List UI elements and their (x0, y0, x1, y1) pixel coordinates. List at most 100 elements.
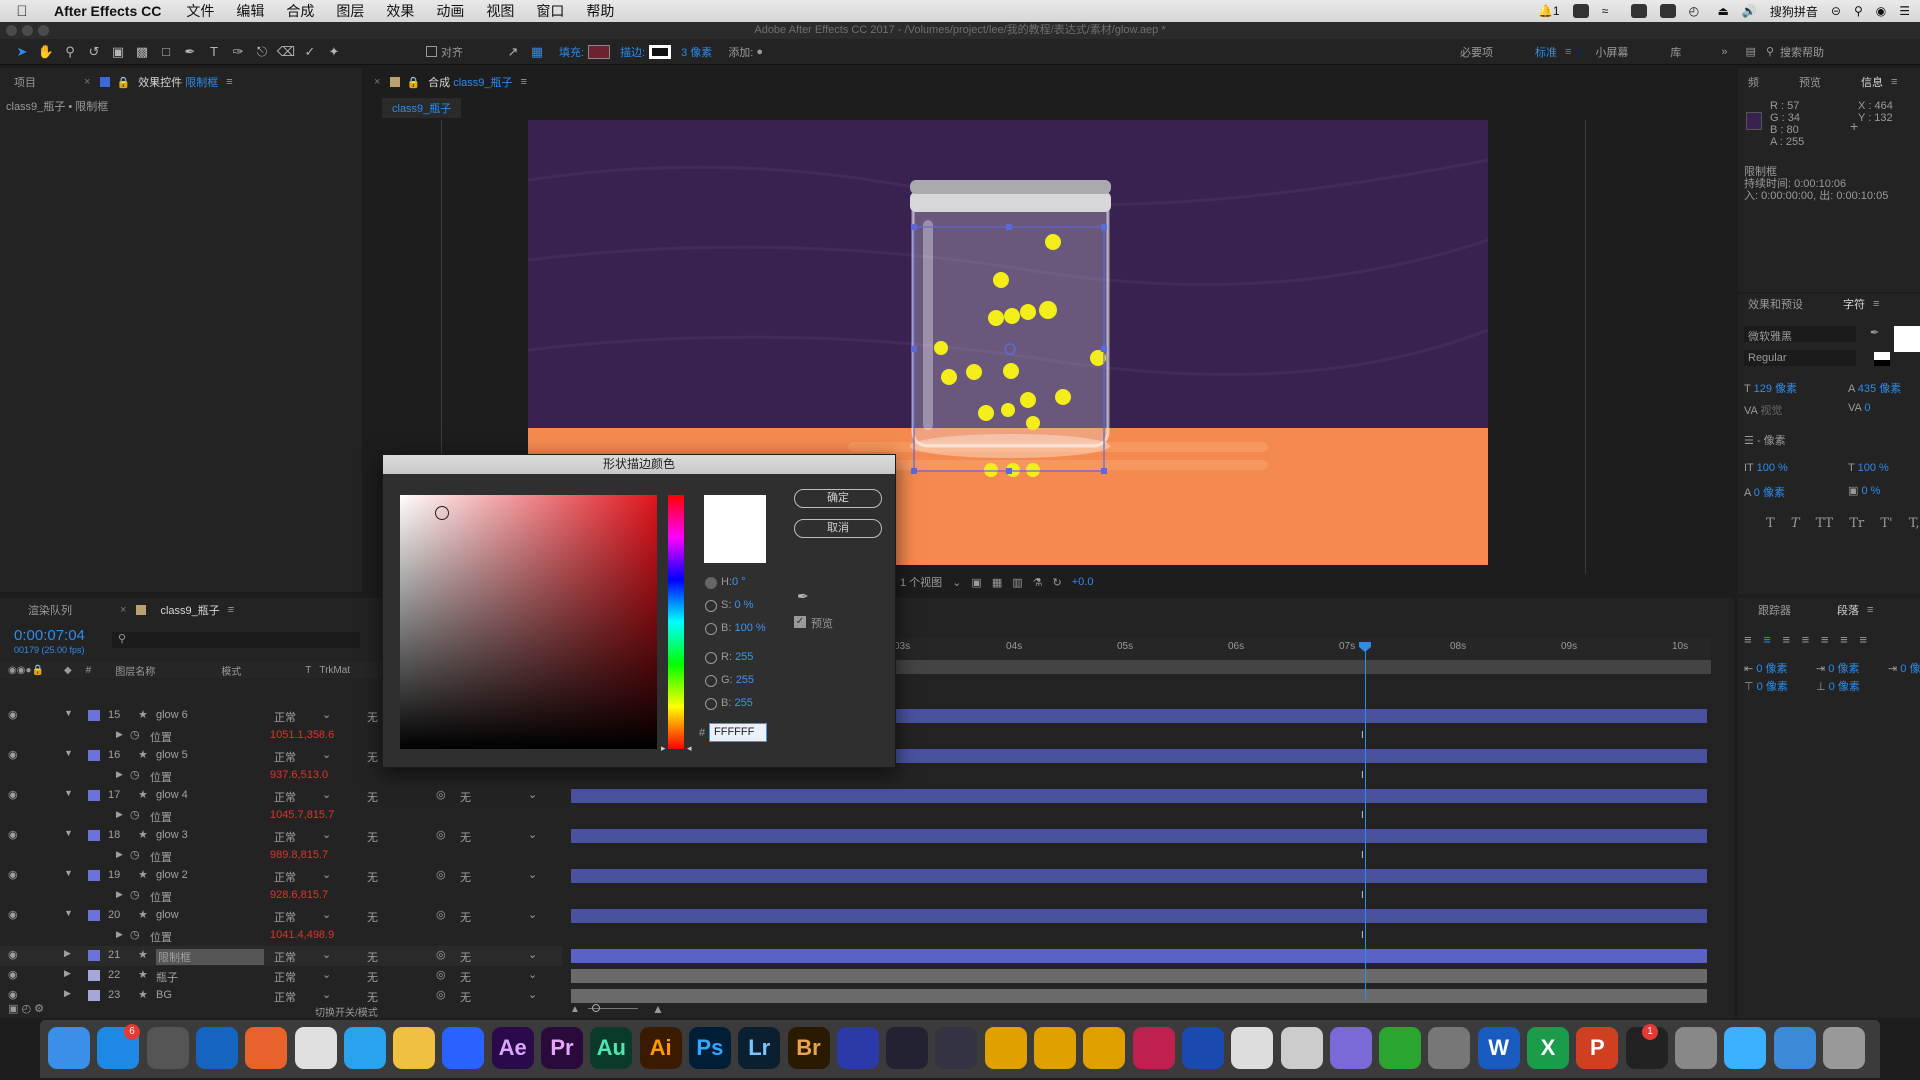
tab-effect-controls[interactable]: 效果控件 限制框 (130, 74, 226, 90)
tab-timeline-comp[interactable]: class9_瓶子 (152, 602, 227, 618)
parent-select[interactable]: 无 (460, 989, 471, 1005)
zoom-out-icon[interactable]: ▲ (570, 1004, 580, 1015)
layer-duration-bar[interactable] (571, 909, 1707, 923)
dock-compressor-icon[interactable] (935, 1027, 978, 1069)
tab-preview[interactable]: 预览 (1791, 74, 1829, 90)
dock-nuke-icon[interactable] (1034, 1027, 1076, 1069)
blend-mode-select[interactable]: 正常 (274, 909, 296, 925)
eyedropper-icon[interactable]: ✒ (797, 588, 809, 605)
tab-info[interactable]: 信息 (1853, 74, 1891, 90)
tab-audio[interactable]: 频 (1740, 74, 1767, 90)
dock-weather-icon[interactable] (1181, 1027, 1224, 1069)
font-style-select[interactable]: Regular (1744, 350, 1856, 366)
volume-icon[interactable]: 🔊 (1742, 4, 1757, 18)
parent-dropdown-icon[interactable]: ⌄ (528, 988, 537, 1001)
position-value[interactable]: 989.8,815.7 (270, 849, 328, 861)
layer-duration-bar[interactable] (571, 829, 1707, 843)
radio-g[interactable] (705, 675, 717, 687)
blend-mode-select[interactable]: 正常 (274, 989, 296, 1005)
trkmat-select[interactable]: 无 (367, 829, 378, 845)
layer-label-color[interactable] (88, 710, 100, 721)
panel-menu-icon[interactable]: ≡ (226, 76, 232, 88)
layer-duration-bar[interactable] (571, 969, 1707, 983)
minimize-window-icon[interactable] (22, 25, 33, 36)
layer-name[interactable]: glow (156, 909, 179, 921)
roto-brush-tool-icon[interactable]: ✓ (300, 43, 320, 61)
flowchart-icon[interactable]: ⚗ (1033, 576, 1043, 589)
align-left-icon[interactable]: ≡ (1744, 632, 1752, 647)
siri-icon[interactable]: ◉ (1876, 4, 1886, 18)
visibility-eye-icon[interactable]: ◉ (8, 788, 18, 801)
exposure-value[interactable]: +0.0 (1072, 576, 1094, 588)
clone-stamp-tool-icon[interactable]: ⎋ (252, 43, 272, 61)
parent-dropdown-icon[interactable]: ⌄ (528, 908, 537, 921)
stopwatch-icon[interactable]: ◷ (130, 768, 140, 781)
blend-mode-dropdown-icon[interactable]: ⌄ (322, 968, 331, 981)
dock-qq浏览器-icon[interactable] (343, 1027, 386, 1069)
brush-tool-icon[interactable]: ✑ (228, 43, 248, 61)
more-workspaces-icon[interactable]: » (1721, 46, 1727, 58)
expand-layer-icon[interactable]: ▼ (64, 908, 73, 918)
stopwatch-icon[interactable]: ◷ (130, 888, 140, 901)
expand-icon[interactable]: ⚙ (34, 1003, 44, 1015)
blend-mode-select[interactable]: 正常 (274, 949, 296, 965)
dock-system-icon[interactable] (1428, 1027, 1471, 1069)
comp-lock-icon[interactable]: 🔒 (406, 76, 420, 89)
parent-dropdown-icon[interactable]: ⌄ (528, 968, 537, 981)
expand-layer-icon[interactable]: ▶ (64, 968, 71, 979)
dock-nukex-icon[interactable] (1083, 1027, 1126, 1069)
trkmat-select[interactable]: 无 (367, 969, 378, 985)
layer-name[interactable]: glow 4 (156, 789, 188, 801)
justify-center-icon[interactable]: ≡ (1821, 632, 1829, 647)
radio-blue[interactable] (705, 698, 717, 710)
character-menu-icon[interactable]: ≡ (1873, 298, 1879, 310)
pickwhip-icon[interactable]: ◎ (436, 828, 446, 841)
close-comp-tab-icon[interactable]: × (374, 76, 380, 88)
blend-mode-dropdown-icon[interactable]: ⌄ (322, 908, 331, 921)
dock-motion-icon[interactable] (886, 1027, 929, 1069)
parent-dropdown-icon[interactable]: ⌄ (528, 788, 537, 801)
input-method[interactable]: 搜狗拼音 (1770, 3, 1818, 20)
stopwatch-icon[interactable]: ◷ (130, 848, 140, 861)
type-tool-icon[interactable]: T (204, 43, 224, 61)
layer-duration-bar[interactable] (571, 949, 1707, 963)
dock-photos-icon[interactable] (393, 1027, 436, 1069)
workspace-standard[interactable]: 标准 (1535, 44, 1557, 60)
apple-menu-icon[interactable]:  (0, 3, 44, 20)
spotlight-icon[interactable]: ⚲ (1854, 4, 1863, 18)
expand-property-icon[interactable]: ▶ (116, 889, 123, 900)
justify-left-icon[interactable]: ≡ (1802, 632, 1810, 647)
dock-pr-icon[interactable]: Pr (541, 1027, 583, 1069)
draft3d-icon[interactable]: ▥ (1012, 576, 1022, 589)
selection-tool-icon[interactable]: ➤ (12, 43, 32, 61)
keyframe-marker[interactable]: I (1361, 890, 1364, 901)
blend-mode-dropdown-icon[interactable]: ⌄ (322, 988, 331, 1001)
dock-word-icon[interactable]: W (1477, 1027, 1520, 1069)
layer-name[interactable]: 瓶子 (156, 969, 178, 985)
lock-icon[interactable]: 🔒 (116, 76, 130, 89)
eraser-tool-icon[interactable]: ⌫ (276, 43, 296, 61)
layer-name[interactable]: BG (156, 989, 172, 1001)
zoom-slider-thumb[interactable] (592, 1004, 600, 1012)
menu-animation[interactable]: 动画 (425, 1, 475, 21)
layer-name[interactable]: glow 2 (156, 869, 188, 881)
parent-dropdown-icon[interactable]: ⌄ (528, 828, 537, 841)
dock-colors-icon[interactable] (1329, 1027, 1372, 1069)
blend-mode-dropdown-icon[interactable]: ⌄ (322, 708, 331, 721)
views-select[interactable]: 1 个视图 (900, 574, 942, 590)
trkmat-select[interactable]: 无 (367, 909, 378, 925)
eject-icon[interactable]: ⏏ (1718, 4, 1729, 18)
dock-au-icon[interactable]: Au (590, 1027, 633, 1069)
stopwatch-icon[interactable]: ◷ (130, 808, 140, 821)
toggle-transparency-icon[interactable]: ▦ (992, 576, 1002, 589)
pickwhip-icon[interactable]: ◎ (436, 968, 446, 981)
ok-button[interactable]: 确定 (794, 489, 882, 508)
dock-preview-icon[interactable] (1280, 1027, 1323, 1069)
dock-safari-icon[interactable] (195, 1027, 238, 1069)
layer-row[interactable]: ◉ ▼ 19 ★ glow 2 正常 ⌄ 无 ◎ 无 ⌄ (0, 866, 562, 886)
hue-left-arrow-icon[interactable]: ▸ (661, 743, 666, 754)
layer-row[interactable]: ◉ ▶ 21 ★ 限制框 正常 ⌄ 无 ◎ 无 ⌄ (0, 946, 562, 966)
visibility-eye-icon[interactable]: ◉ (8, 948, 18, 961)
reset-exposure-icon[interactable]: ↻ (1053, 576, 1062, 589)
saturation-brightness-field[interactable] (400, 495, 657, 749)
